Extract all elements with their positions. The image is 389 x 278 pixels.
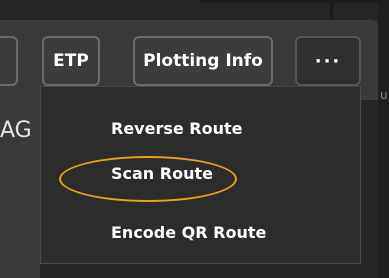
map-line [200,0,389,3]
toolbar-button-partial[interactable] [0,36,18,86]
menu-item-reverse-route[interactable]: Reverse Route [111,119,389,138]
map-right-edge [378,0,389,278]
plotting-info-button[interactable]: Plotting Info [133,36,273,86]
more-options-button[interactable]: ··· [295,36,361,86]
menu-item-encode-qr-route[interactable]: Encode QR Route [111,223,389,242]
etp-button[interactable]: ETP [42,36,100,86]
right-edge-partial-text: u [380,88,388,102]
more-options-menu: Reverse Route Scan Route Encode QR Route [40,86,361,264]
app-screen: ETP Plotting Info ··· AG Reverse Route S… [0,0,389,278]
menu-item-scan-route[interactable]: Scan Route [111,164,389,183]
map-line [330,0,333,20]
side-panel-partial-text: AG [0,118,32,143]
